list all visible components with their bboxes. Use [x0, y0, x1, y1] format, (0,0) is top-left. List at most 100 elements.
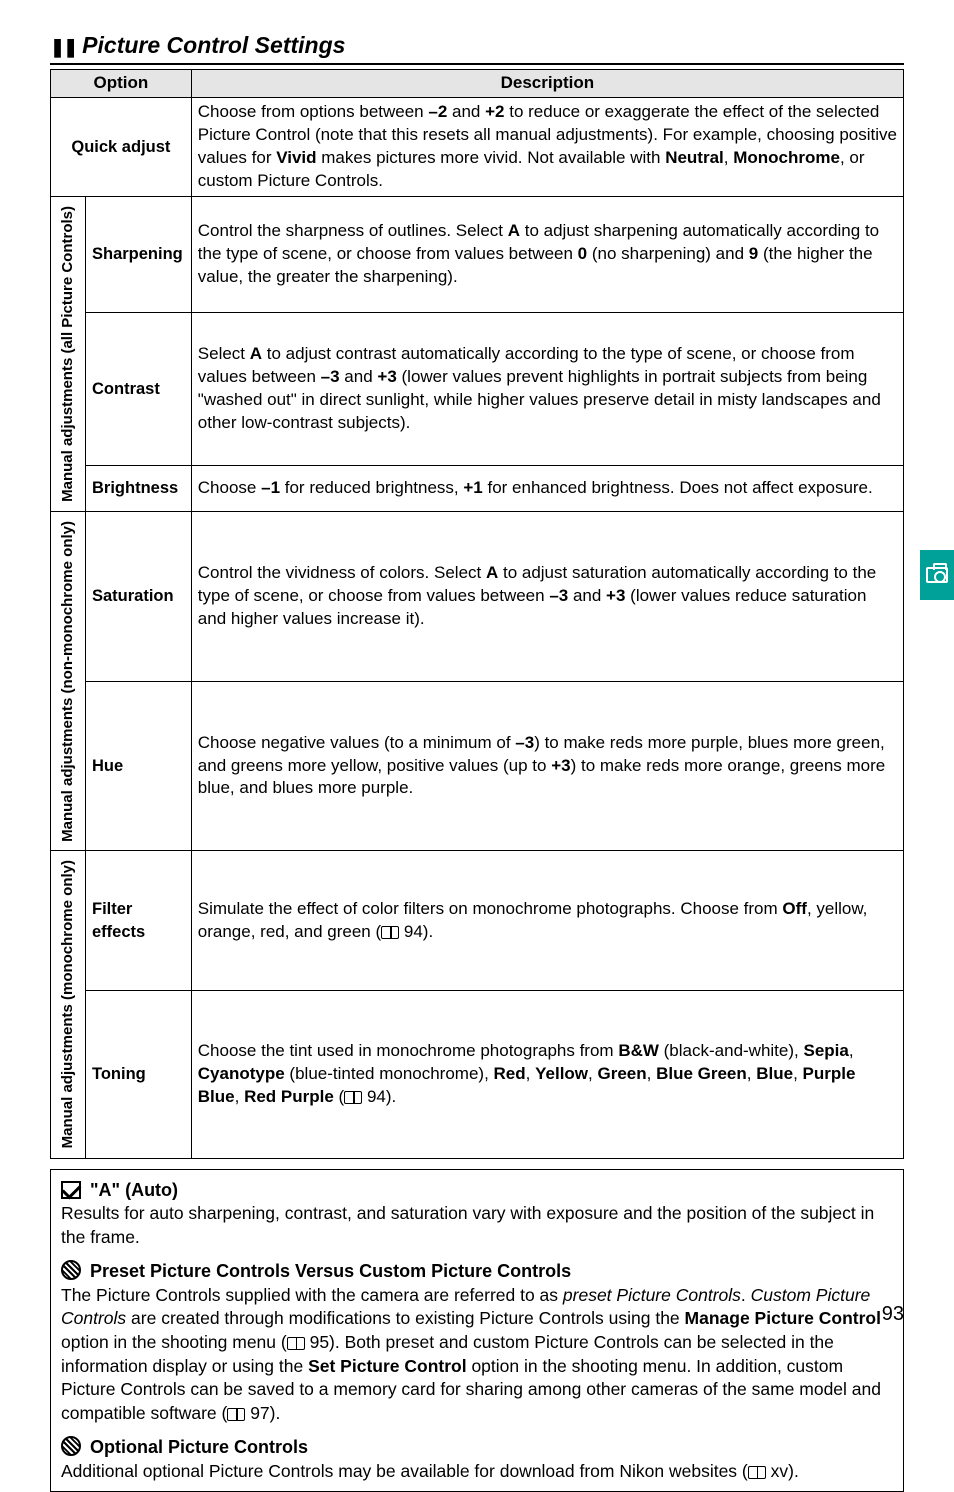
- row-brightness: Brightness Choose –1 for reduced brightn…: [51, 465, 904, 511]
- page-ref: 94: [362, 1087, 386, 1106]
- note-auto-title: "A" (Auto): [61, 1178, 893, 1202]
- page-ref-icon: [227, 1408, 245, 1421]
- text: option in the shooting menu (: [61, 1332, 287, 1352]
- text: ,: [793, 1064, 802, 1083]
- value: Red: [494, 1064, 526, 1083]
- text: Choose: [198, 478, 261, 497]
- text: makes pictures more vivid. Not available…: [317, 148, 666, 167]
- pencil-icon: [61, 1436, 81, 1456]
- value: Red Purple: [244, 1087, 334, 1106]
- value: A: [250, 344, 262, 363]
- value: +2: [485, 102, 504, 121]
- value: Cyanotype: [198, 1064, 285, 1083]
- text: ,: [235, 1087, 244, 1106]
- text: Control the sharpness of outlines. Selec…: [198, 221, 508, 240]
- text: ).: [788, 1461, 799, 1481]
- value: Blue: [756, 1064, 793, 1083]
- table-header-row: Option Description: [51, 70, 904, 98]
- label-toning: Toning: [86, 990, 192, 1158]
- desc-toning: Choose the tint used in monochrome photo…: [191, 990, 903, 1158]
- section-tab: [920, 550, 954, 600]
- group-monochrome: Manual adjustments (monochrome only): [51, 851, 86, 1158]
- row-sharpening: Manual adjustments (all Picture Controls…: [51, 196, 904, 313]
- text: and: [340, 367, 378, 386]
- note-title-text: Preset Picture Controls Versus Custom Pi…: [85, 1261, 571, 1281]
- note-auto-body: Results for auto sharpening, contrast, a…: [61, 1202, 893, 1249]
- page-ref-icon: [287, 1337, 305, 1350]
- text: ).: [270, 1403, 281, 1423]
- value: –1: [261, 478, 280, 497]
- value: Sepia: [803, 1041, 848, 1060]
- page-ref: xv: [766, 1461, 788, 1481]
- text: ,: [526, 1064, 535, 1083]
- text: Additional optional Picture Controls may…: [61, 1461, 748, 1481]
- group-non-monochrome: Manual adjustments (non-monochrome only): [51, 511, 86, 851]
- value: +3: [377, 367, 396, 386]
- text: and: [447, 102, 485, 121]
- checkmark-icon: [61, 1181, 81, 1199]
- group-label: Manual adjustments (non-monochrome only): [57, 515, 79, 848]
- pencil-icon: [61, 1260, 81, 1280]
- text: (no sharpening) and: [587, 244, 749, 263]
- text: Choose from options between: [198, 102, 429, 121]
- row-filter-effects: Manual adjustments (monochrome only) Fil…: [51, 851, 904, 990]
- text: (: [334, 1087, 344, 1106]
- value: –3: [515, 733, 534, 752]
- desc-hue: Choose negative values (to a minimum of …: [191, 681, 903, 851]
- italic: preset Picture Controls: [563, 1285, 741, 1305]
- notes-box: "A" (Auto) Results for auto sharpening, …: [50, 1169, 904, 1492]
- text: and: [568, 586, 606, 605]
- value: –3: [549, 586, 568, 605]
- text: Simulate the effect of color filters on …: [198, 899, 783, 918]
- section-title-text: Picture Control Settings: [82, 32, 345, 58]
- bold: Manage Picture Control: [685, 1308, 881, 1328]
- label-filter-effects: Filter effects: [86, 851, 192, 990]
- note-optional-body: Additional optional Picture Controls may…: [61, 1460, 893, 1484]
- row-toning: Toning Choose the tint used in monochrom…: [51, 990, 904, 1158]
- value: Yellow: [535, 1064, 588, 1083]
- row-hue: Hue Choose negative values (to a minimum…: [51, 681, 904, 851]
- group-label: Manual adjustments (all Picture Controls…: [57, 200, 79, 508]
- label-sharpening: Sharpening: [86, 196, 192, 313]
- value: B&W: [618, 1041, 659, 1060]
- text: ).: [423, 922, 433, 941]
- text: .: [741, 1285, 751, 1305]
- value: –3: [321, 367, 340, 386]
- value: –2: [428, 102, 447, 121]
- page-ref-icon: [381, 926, 399, 939]
- text: ,: [647, 1064, 656, 1083]
- text: are created through modifications to exi…: [126, 1308, 684, 1328]
- value: Vivid: [276, 148, 316, 167]
- text: (blue-tinted monochrome),: [285, 1064, 494, 1083]
- desc-quick-adjust: Choose from options between –2 and +2 to…: [191, 97, 903, 196]
- desc-saturation: Control the vividness of colors. Select …: [191, 511, 903, 681]
- label-brightness: Brightness: [86, 465, 192, 511]
- value: +3: [606, 586, 625, 605]
- desc-filter-effects: Simulate the effect of color filters on …: [191, 851, 903, 990]
- value: Neutral: [665, 148, 724, 167]
- note-preset-body: The Picture Controls supplied with the c…: [61, 1284, 893, 1426]
- desc-brightness: Choose –1 for reduced brightness, +1 for…: [191, 465, 903, 511]
- desc-contrast: Select A to adjust contrast automaticall…: [191, 313, 903, 465]
- label-quick-adjust: Quick adjust: [51, 97, 192, 196]
- label-contrast: Contrast: [86, 313, 192, 465]
- text: Select: [198, 344, 250, 363]
- page-ref-icon: [748, 1466, 766, 1479]
- value: Green: [597, 1064, 646, 1083]
- value: A: [486, 563, 498, 582]
- desc-sharpening: Control the sharpness of outlines. Selec…: [191, 196, 903, 313]
- header-description: Description: [191, 70, 903, 98]
- note-optional-title: Optional Picture Controls: [61, 1435, 893, 1459]
- camera-icon: [926, 567, 948, 583]
- label-saturation: Saturation: [86, 511, 192, 681]
- text: ,: [724, 148, 733, 167]
- row-quick-adjust: Quick adjust Choose from options between…: [51, 97, 904, 196]
- header-option: Option: [51, 70, 192, 98]
- row-saturation: Manual adjustments (non-monochrome only)…: [51, 511, 904, 681]
- value: 9: [749, 244, 758, 263]
- note-title-text: Optional Picture Controls: [85, 1437, 308, 1457]
- group-all-picture-controls: Manual adjustments (all Picture Controls…: [51, 196, 86, 511]
- bold: Set Picture Control: [308, 1356, 467, 1376]
- label-hue: Hue: [86, 681, 192, 851]
- value: Blue Green: [656, 1064, 747, 1083]
